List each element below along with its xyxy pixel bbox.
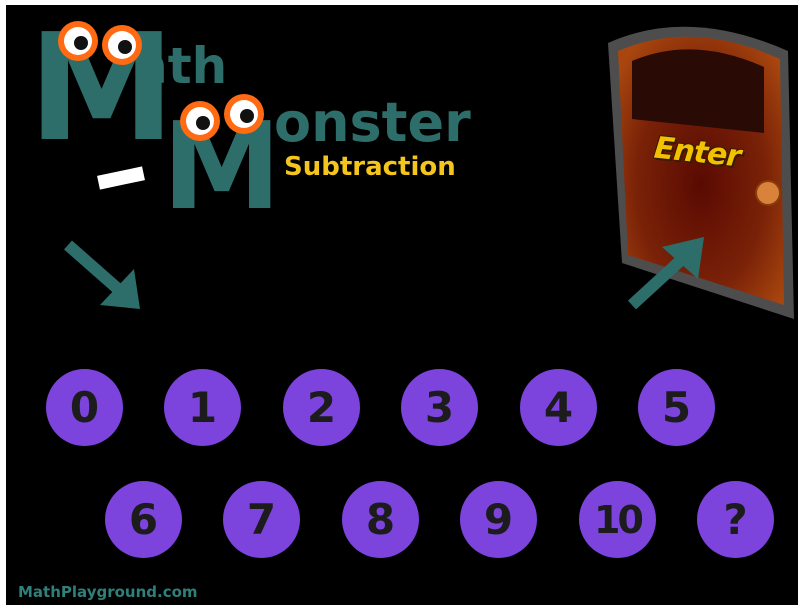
game-stage: M ath M onster Subtraction Enter 0 1 2 3… [6,5,798,605]
number-button-1[interactable]: 1 [164,369,241,446]
arrow-down-right-icon [64,240,140,309]
logo-word-math-rest: ath [134,37,227,95]
number-button-9[interactable]: 9 [460,481,537,558]
logo-subtitle: Subtraction [284,152,456,182]
monster-eyes-icon [58,21,142,65]
enter-door[interactable]: Enter [598,13,798,329]
number-button-0[interactable]: 0 [46,369,123,446]
door-icon [608,26,794,320]
number-button-5[interactable]: 5 [638,369,715,446]
mathplayground-link[interactable]: MathPlayground.com [18,583,198,601]
number-button-8[interactable]: 8 [342,481,419,558]
random-number-button[interactable]: ? [697,481,774,558]
logo-letter-m-2: M [162,98,281,237]
number-button-4[interactable]: 4 [520,369,597,446]
logo-letter-m-1: M [28,5,175,174]
monster-eyes-icon [180,94,264,141]
logo-minus-sign [97,166,145,190]
logo-word-monster-rest: onster [274,91,471,154]
number-button-6[interactable]: 6 [105,481,182,558]
number-button-10[interactable]: 10 [579,481,656,558]
number-button-7[interactable]: 7 [223,481,300,558]
number-button-3[interactable]: 3 [401,369,478,446]
number-button-2[interactable]: 2 [283,369,360,446]
